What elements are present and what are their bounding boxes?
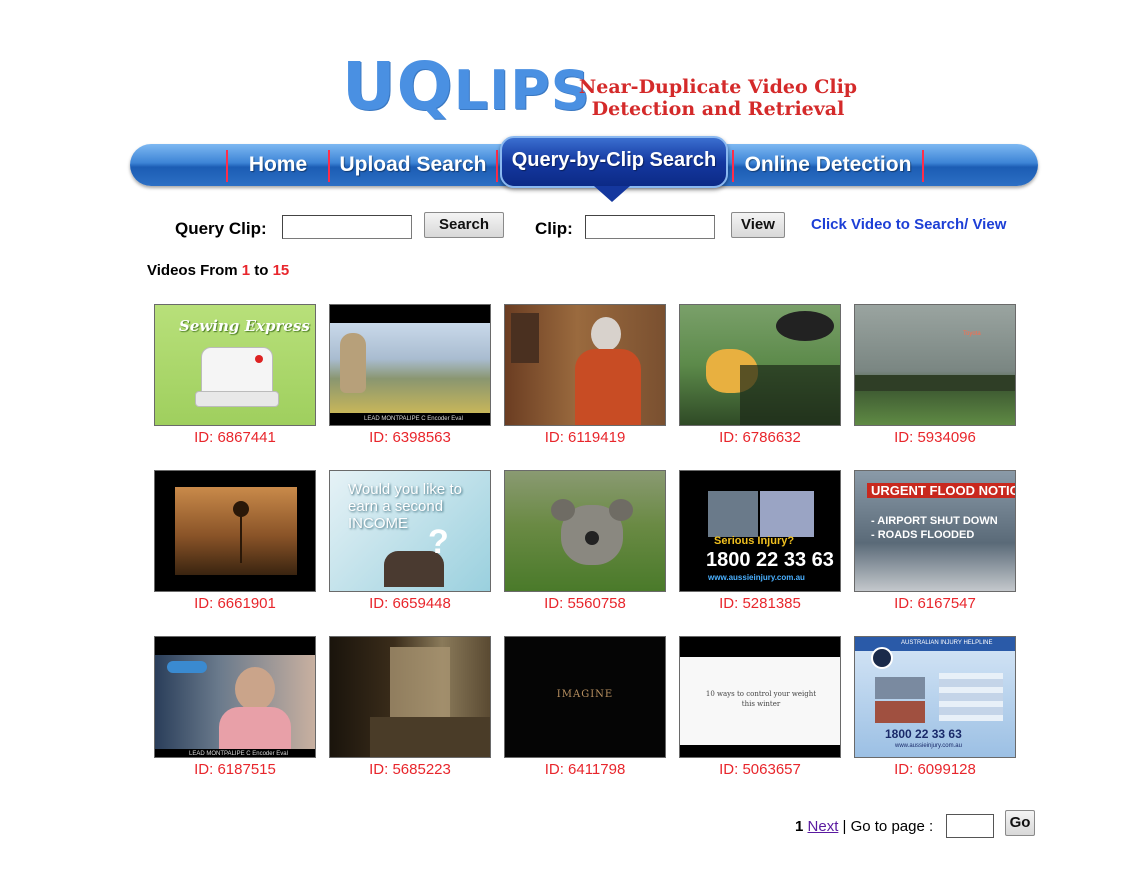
video-id[interactable]: ID: 6099128 [854, 761, 1016, 779]
video-id[interactable]: ID: 6167547 [854, 595, 1016, 613]
current-page: 1 [795, 818, 804, 835]
video-item: Sewing Express ID: 6867441 [154, 304, 316, 464]
next-page-link[interactable]: Next [808, 818, 839, 835]
video-id[interactable]: ID: 6411798 [504, 761, 666, 779]
goto-page-input[interactable] [946, 814, 994, 838]
video-item: ID: 6786632 [679, 304, 841, 464]
video-thumbnail[interactable] [504, 470, 666, 592]
goto-label: | Go to page : [838, 818, 934, 835]
video-thumbnail[interactable]: 10 ways to control your weight this wint… [679, 636, 841, 758]
video-item: LEAD MONTPALIPE C Encoder Eval ID: 63985… [329, 304, 491, 464]
nav-query-by-clip-search[interactable]: Query-by-Clip Search [502, 143, 726, 177]
video-item: Serious Injury? 1800 22 33 63 www.aussie… [679, 470, 841, 630]
video-item: ID: 6119419 [504, 304, 666, 464]
video-id[interactable]: ID: 5063657 [679, 761, 841, 779]
clip-label: Clip: [535, 219, 573, 238]
video-item: URGENT FLOOD NOTICE - AIRPORT SHUT DOWN … [854, 470, 1016, 630]
video-id[interactable]: ID: 6659448 [329, 595, 491, 613]
video-item: 10 ways to control your weight this wint… [679, 636, 841, 796]
nav-upload-search[interactable]: Upload Search [334, 148, 492, 182]
video-thumbnail[interactable]: AUSTRALIAN INJURY HELPLINE 1800 22 33 63… [854, 636, 1016, 758]
video-thumbnail[interactable]: LEAD MONTPALIPE C Encoder Eval [329, 304, 491, 426]
nav-active-pointer [594, 186, 630, 202]
video-item: LEAD MONTPALIPE C Encoder Eval ID: 61875… [154, 636, 316, 796]
video-id[interactable]: ID: 5685223 [329, 761, 491, 779]
video-thumbnail[interactable]: IMAGINE [504, 636, 666, 758]
video-item: ID: 6661901 [154, 470, 316, 630]
site-logo: UQLIPS Near-Duplicate Video Clip Detecti… [342, 52, 862, 130]
video-id[interactable]: ID: 5281385 [679, 595, 841, 613]
view-button[interactable]: View [731, 212, 785, 238]
nav-divider [328, 150, 330, 182]
search-button[interactable]: Search [424, 212, 504, 238]
video-item: ID: 5560758 [504, 470, 666, 630]
results-range: Videos From 1 to 15 [147, 262, 290, 279]
video-item: Toyota ID: 5934096 [854, 304, 1016, 464]
video-thumbnail[interactable]: Sewing Express [154, 304, 316, 426]
video-item: AUSTRALIAN INJURY HELPLINE 1800 22 33 63… [854, 636, 1016, 796]
nav-divider [496, 150, 498, 182]
clip-input[interactable] [585, 215, 715, 239]
instruction-text: Click Video to Search/ View [811, 216, 1007, 233]
nav-divider [226, 150, 228, 182]
logo-wordmark: UQLIPS [342, 48, 591, 125]
nav-divider [922, 150, 924, 182]
video-item: ID: 5685223 [329, 636, 491, 796]
nav-divider [732, 150, 734, 182]
video-thumbnail[interactable]: Would you like to earn a second INCOME ? [329, 470, 491, 592]
video-thumbnail[interactable] [504, 304, 666, 426]
pagination: 1 Next | Go to page : [795, 818, 933, 835]
logo-subtitle: Near-Duplicate Video Clip Detection and … [578, 76, 858, 120]
video-id[interactable]: ID: 5560758 [504, 595, 666, 613]
video-thumbnail[interactable] [329, 636, 491, 758]
video-item: Would you like to earn a second INCOME ?… [329, 470, 491, 630]
video-id[interactable]: ID: 6119419 [504, 429, 666, 447]
video-item: IMAGINE ID: 6411798 [504, 636, 666, 796]
video-thumbnail[interactable]: Toyota [854, 304, 1016, 426]
go-button[interactable]: Go [1005, 810, 1035, 836]
video-id[interactable]: ID: 6661901 [154, 595, 316, 613]
query-clip-label: Query Clip: [175, 219, 267, 238]
video-thumbnail[interactable]: Serious Injury? 1800 22 33 63 www.aussie… [679, 470, 841, 592]
video-thumbnail[interactable] [154, 470, 316, 592]
video-id[interactable]: ID: 6867441 [154, 429, 316, 447]
video-thumbnail[interactable]: URGENT FLOOD NOTICE - AIRPORT SHUT DOWN … [854, 470, 1016, 592]
video-thumbnail[interactable] [679, 304, 841, 426]
video-id[interactable]: ID: 6187515 [154, 761, 316, 779]
video-id[interactable]: ID: 6398563 [329, 429, 491, 447]
nav-home[interactable]: Home [232, 148, 324, 182]
query-clip-input[interactable] [282, 215, 412, 239]
nav-online-detection[interactable]: Online Detection [738, 148, 918, 182]
video-thumbnail[interactable]: LEAD MONTPALIPE C Encoder Eval [154, 636, 316, 758]
video-id[interactable]: ID: 6786632 [679, 429, 841, 447]
video-id[interactable]: ID: 5934096 [854, 429, 1016, 447]
